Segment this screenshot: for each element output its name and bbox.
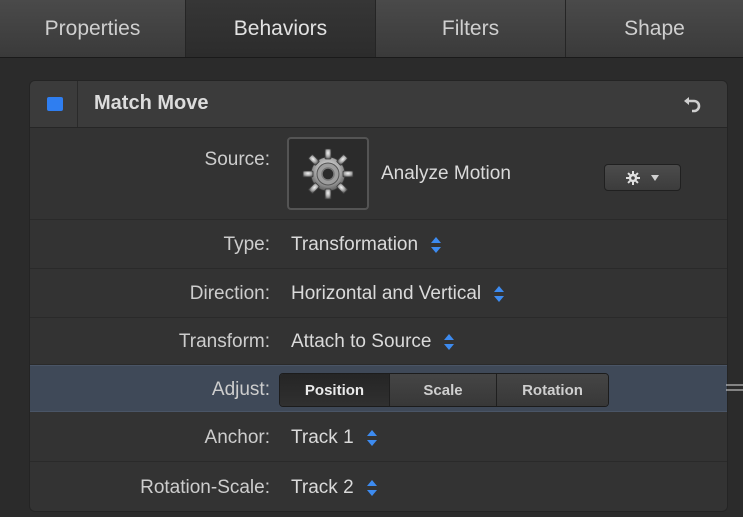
anchor-label: Anchor: (204, 427, 270, 448)
type-popup[interactable]: Transformation (291, 234, 442, 256)
transform-popup[interactable]: Attach to Source (291, 331, 455, 353)
behavior-header: Match Move (30, 81, 727, 128)
anchor-value: Track 1 (291, 427, 354, 448)
tab-shape[interactable]: Shape (566, 0, 743, 57)
rotation-scale-popup[interactable]: Track 2 (291, 477, 378, 499)
stepper-arrows-icon (444, 334, 455, 350)
transform-row: Transform: Attach to Source (30, 318, 727, 365)
transform-value: Attach to Source (291, 331, 432, 352)
behavior-title: Match Move (94, 92, 209, 114)
source-label: Source: (204, 149, 270, 170)
adjust-rotation-button[interactable]: Rotation (497, 374, 608, 406)
analyze-motion-label: Analyze Motion (381, 163, 511, 184)
match-move-panel: Match Move Source: Analyze Motion Type: … (29, 80, 728, 512)
adjust-row: Adjust: Position Scale Rotation (30, 365, 727, 412)
header-divider (77, 81, 78, 127)
source-action-menu[interactable] (604, 164, 681, 191)
direction-value: Horizontal and Vertical (291, 283, 482, 304)
adjust-segmented-control: Position Scale Rotation (279, 373, 609, 407)
gear-thumbnail-icon (302, 148, 354, 199)
type-row: Type: Transformation (30, 220, 727, 269)
adjust-position-button[interactable]: Position (280, 374, 390, 406)
stepper-arrows-icon (366, 480, 377, 496)
direction-row: Direction: Horizontal and Vertical (30, 269, 727, 318)
adjust-label: Adjust: (211, 379, 270, 400)
stepper-arrows-icon (431, 237, 442, 253)
rotation-scale-row: Rotation-Scale: Track 2 (30, 462, 727, 511)
tab-properties[interactable]: Properties (0, 0, 186, 57)
behavior-enable-checkbox[interactable] (47, 97, 63, 111)
gear-icon (625, 170, 640, 185)
chevron-down-icon (650, 174, 659, 181)
tab-behaviors[interactable]: Behaviors (186, 0, 376, 57)
tab-filters[interactable]: Filters (376, 0, 566, 57)
rotation-scale-value: Track 2 (291, 477, 354, 498)
anchor-row: Anchor: Track 1 (30, 412, 727, 462)
rotation-scale-label: Rotation-Scale: (140, 477, 270, 498)
type-value: Transformation (291, 234, 419, 255)
stepper-arrows-icon (366, 430, 377, 446)
adjust-scale-button[interactable]: Scale (390, 374, 497, 406)
type-label: Type: (223, 234, 270, 255)
callout-line (726, 384, 743, 391)
stepper-arrows-icon (494, 286, 505, 302)
transform-label: Transform: (178, 331, 270, 352)
direction-popup[interactable]: Horizontal and Vertical (291, 283, 505, 305)
inspector-tab-bar: Properties Behaviors Filters Shape (0, 0, 743, 58)
reset-arrow-icon[interactable] (681, 92, 703, 114)
source-well[interactable] (287, 137, 369, 210)
direction-label: Direction: (189, 283, 270, 304)
anchor-popup[interactable]: Track 1 (291, 427, 378, 449)
